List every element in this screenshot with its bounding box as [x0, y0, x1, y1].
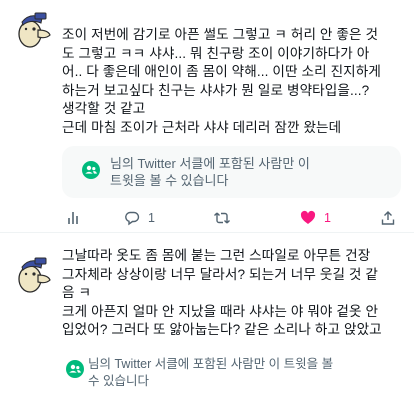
- analytics-button[interactable]: [66, 208, 82, 228]
- avatar-duck-icon: [18, 257, 51, 293]
- retweet-icon: [214, 212, 230, 224]
- avatar[interactable]: [12, 8, 52, 48]
- avatar-duck-icon: [18, 12, 51, 48]
- avatar[interactable]: [12, 253, 52, 293]
- reply-count: 1: [148, 211, 155, 225]
- tweet-text-line: 그날따라 옷도 좀 몸에 붙는 그런 스따일로 아무튼 건장: [62, 248, 371, 263]
- circle-people-icon: [82, 161, 100, 179]
- tweet-1[interactable]: 조이 저번에 감기로 아픈 썰도 그렇고 ㅋ 허리 안 좋은 것 도 그렇고 ㅋ…: [0, 0, 414, 233]
- tweet-text-line: 근데 마침 조이가 근처라 샤샤 데리러 잠깐 왔는데: [62, 119, 342, 135]
- retweet-button[interactable]: [213, 208, 239, 228]
- reply-icon: [125, 211, 140, 226]
- tweet-text: 조이 저번에 감기로 아픈 썰도 그렇고 ㅋ 허리 안 좋은 것 도 그렇고 ㅋ…: [62, 26, 406, 138]
- tweet-text-line: 그자체라 상상이랑 너무 달라서? 되는거 너무 웃길 것 같: [62, 266, 379, 282]
- tweet-text-line: 어.. 다 좋은데 애인이 좀 몸이 약해... 이딴 소리 진지하게: [62, 64, 382, 80]
- tweet-action-bar: 1 1: [62, 208, 406, 228]
- tweet-text-line: 도 그렇고 ㅋㅋ 샤샤... 뭐 친구랑 조이 이야기하다가 아: [62, 45, 370, 61]
- tweet-text-line: 음 ㅋ: [62, 285, 92, 301]
- hidden-quote-notice: 님의 Twitter 서클에 포함된 사람만 이 트윗을 볼 수 있습니다: [62, 356, 406, 392]
- tweet-text-line: 입었어? 그러다 또 앓아눕는다? 같은 소리나 하고 앉았고: [62, 322, 382, 338]
- circle-people-icon: [66, 360, 84, 378]
- share-icon: [381, 211, 395, 225]
- tweet-text-line: 하는거 보고싶다 친구는 샤샤가 뭔 일로 병약타입을...?: [62, 82, 370, 98]
- heart-filled-icon: [300, 210, 316, 224]
- circle-notice-text: 님의 Twitter 서클에 포함된 사람만 이 트윗을 볼 수 있습니다: [110, 156, 310, 188]
- tweet-text-line: 조이 저번에 감기로 아픈 썰도 그렇고 ㅋ 허리 안 좋은 것: [62, 27, 379, 42]
- quoted-tweet-unavailable: 님의 Twitter 서클에 포함된 사람만 이 트윗을 볼 수 있습니다: [62, 146, 401, 198]
- circle-notice-text: 님의 Twitter 서클에 포함된 사람만 이 트윗을 볼 수 있습니다: [88, 357, 334, 388]
- analytics-icon: [68, 212, 78, 224]
- share-button[interactable]: [380, 208, 396, 228]
- reply-button[interactable]: 1: [124, 208, 155, 228]
- tweet-text: 그날따라 옷도 좀 몸에 붙는 그런 스따일로 아무튼 건장 그자체라 상상이랑…: [62, 247, 406, 340]
- tweet-2[interactable]: 그날따라 옷도 좀 몸에 붙는 그런 스따일로 아무튼 건장 그자체라 상상이랑…: [0, 233, 414, 408]
- like-count: 1: [324, 211, 331, 225]
- like-button[interactable]: 1: [300, 208, 331, 228]
- tweet-text-line: 크게 아픈지 얼마 안 지났을 때라 샤샤는 야 뭐야 겉옷 안: [62, 303, 379, 319]
- tweet-text-line: 생각할 것 같고: [62, 101, 146, 117]
